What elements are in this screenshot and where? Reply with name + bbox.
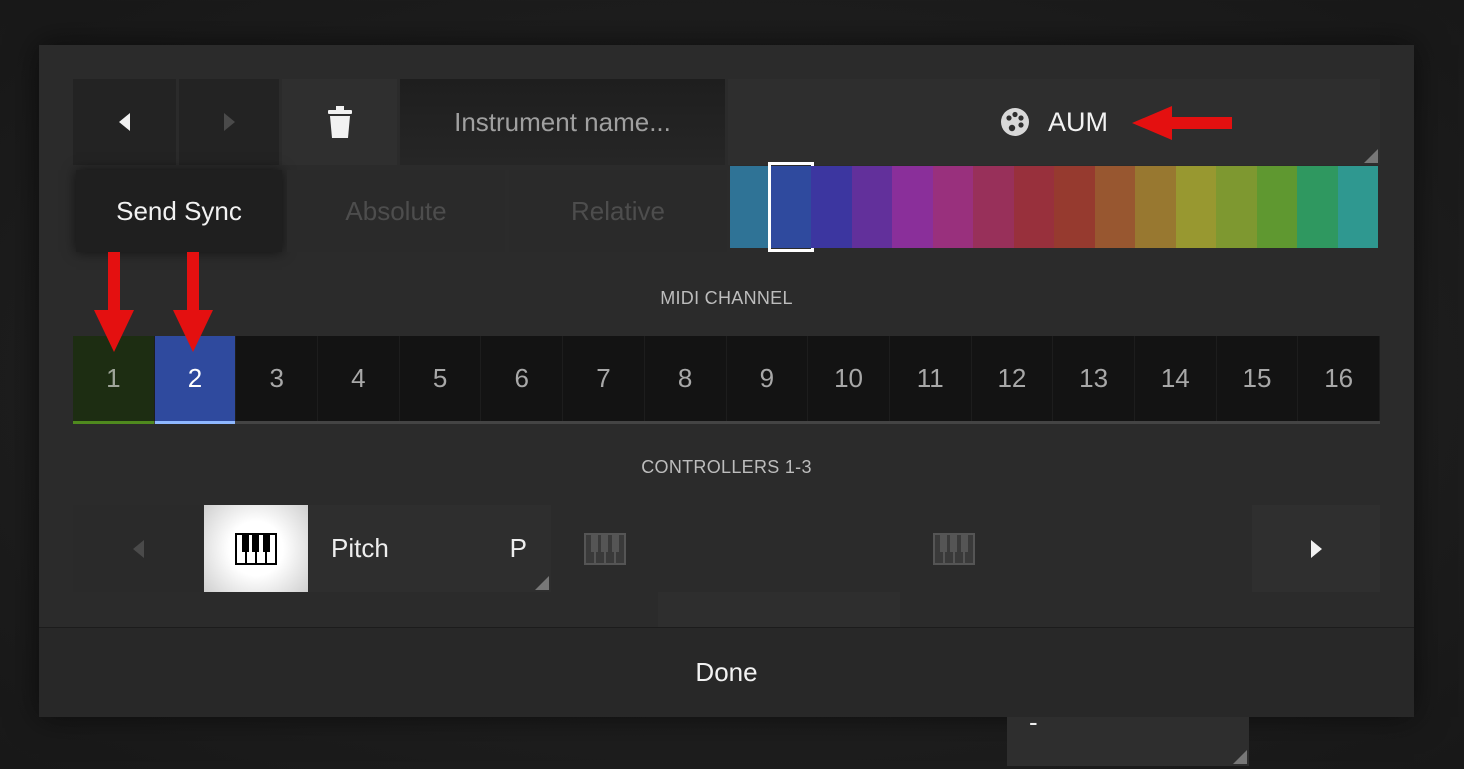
controllers-prev-button[interactable]: [73, 505, 203, 592]
midi-channel-11[interactable]: 11: [889, 336, 972, 421]
controllers-label: CONTROLLERS 1-3: [641, 457, 812, 477]
midi-channel-10[interactable]: 10: [808, 336, 890, 421]
midi-channel-8[interactable]: 8: [644, 336, 727, 421]
color-swatch[interactable]: [1297, 166, 1338, 248]
color-swatch[interactable]: [1256, 166, 1297, 248]
color-swatch[interactable]: [851, 166, 892, 248]
midi-channel-5[interactable]: 5: [399, 336, 482, 421]
midi-channel-9[interactable]: 9: [726, 336, 809, 421]
color-palette: [730, 162, 1378, 252]
done-button[interactable]: Done: [39, 627, 1414, 717]
absolute-label: Absolute: [345, 195, 447, 226]
instrument-label: AUM: [1048, 106, 1108, 137]
controller-2-keyboard-toggle[interactable]: [554, 505, 656, 592]
controller-1-field[interactable]: Pitch P: [309, 505, 551, 592]
piano-keys-icon: [584, 532, 626, 565]
controller-1-keyboard-toggle[interactable]: [204, 505, 308, 592]
midi-channel-6[interactable]: 6: [481, 336, 564, 421]
instrument-settings-dialog: AUM Send Sync Absolute Relative MIDI CHA…: [39, 45, 1414, 766]
color-swatch[interactable]: [1013, 166, 1054, 248]
midi-channel-selector: 1 2 3 4 5 6 7 8 9 10 11 12 13 14 15 16: [73, 336, 1380, 424]
midi-channel-13[interactable]: 13: [1053, 336, 1135, 421]
color-swatch[interactable]: [973, 166, 1014, 248]
midi-channel-15[interactable]: 15: [1216, 336, 1299, 421]
midi-channel-16[interactable]: 16: [1298, 336, 1380, 421]
midi-channel-label: MIDI CHANNEL: [660, 288, 793, 308]
instrument-selector[interactable]: AUM: [728, 79, 1380, 165]
relative-label: Relative: [571, 195, 665, 226]
controller-3-keyboard-toggle[interactable]: [903, 505, 1005, 592]
midi-channel-4[interactable]: 4: [318, 336, 400, 421]
done-label: Done: [695, 657, 758, 687]
piano-keys-icon: [933, 532, 975, 565]
midi-channel-7[interactable]: 7: [563, 336, 645, 421]
send-sync-button[interactable]: Send Sync: [76, 170, 282, 252]
relative-button[interactable]: Relative: [509, 170, 727, 252]
color-swatch[interactable]: [1054, 166, 1095, 248]
instrument-name-input[interactable]: [400, 79, 725, 165]
color-swatch[interactable]: [1135, 166, 1176, 248]
color-swatch[interactable]: [1337, 166, 1378, 248]
absolute-button[interactable]: Absolute: [287, 170, 505, 252]
corner-indicator: [1364, 149, 1378, 163]
color-swatch[interactable]: [730, 166, 771, 248]
midi-channel-12[interactable]: 12: [971, 336, 1054, 421]
color-swatch[interactable]: [1175, 166, 1216, 248]
annotation-arrow-left: [1132, 106, 1232, 140]
controller-1-name: Pitch: [331, 533, 389, 563]
color-swatch[interactable]: [1216, 166, 1257, 248]
color-swatch[interactable]: [892, 166, 933, 248]
color-swatch[interactable]: [1094, 166, 1135, 248]
piano-keys-icon: [235, 532, 277, 565]
triangle-left-icon: [119, 113, 130, 131]
triangle-left-icon: [132, 539, 144, 558]
color-swatch[interactable]: [932, 166, 973, 248]
triangle-right-icon: [223, 113, 235, 131]
corner-indicator: [535, 576, 549, 590]
triangle-right-icon: [1310, 539, 1322, 558]
send-sync-label: Send Sync: [116, 195, 242, 226]
delete-button[interactable]: [282, 79, 397, 165]
previous-button[interactable]: [73, 79, 176, 165]
color-swatch[interactable]: [811, 166, 852, 248]
trash-icon: [327, 106, 352, 138]
annotation-arrow-down: [173, 252, 213, 352]
corner-indicator: [1233, 750, 1247, 764]
midi-channel-14[interactable]: 14: [1134, 336, 1217, 421]
color-swatch[interactable]: [767, 162, 814, 252]
annotation-arrow-down: [94, 252, 134, 352]
next-button[interactable]: [179, 79, 279, 165]
controllers-next-button[interactable]: [1252, 505, 1380, 592]
controller-1-tag: P: [509, 533, 527, 563]
palette-icon: [1001, 108, 1029, 136]
midi-channel-3[interactable]: 3: [236, 336, 319, 421]
